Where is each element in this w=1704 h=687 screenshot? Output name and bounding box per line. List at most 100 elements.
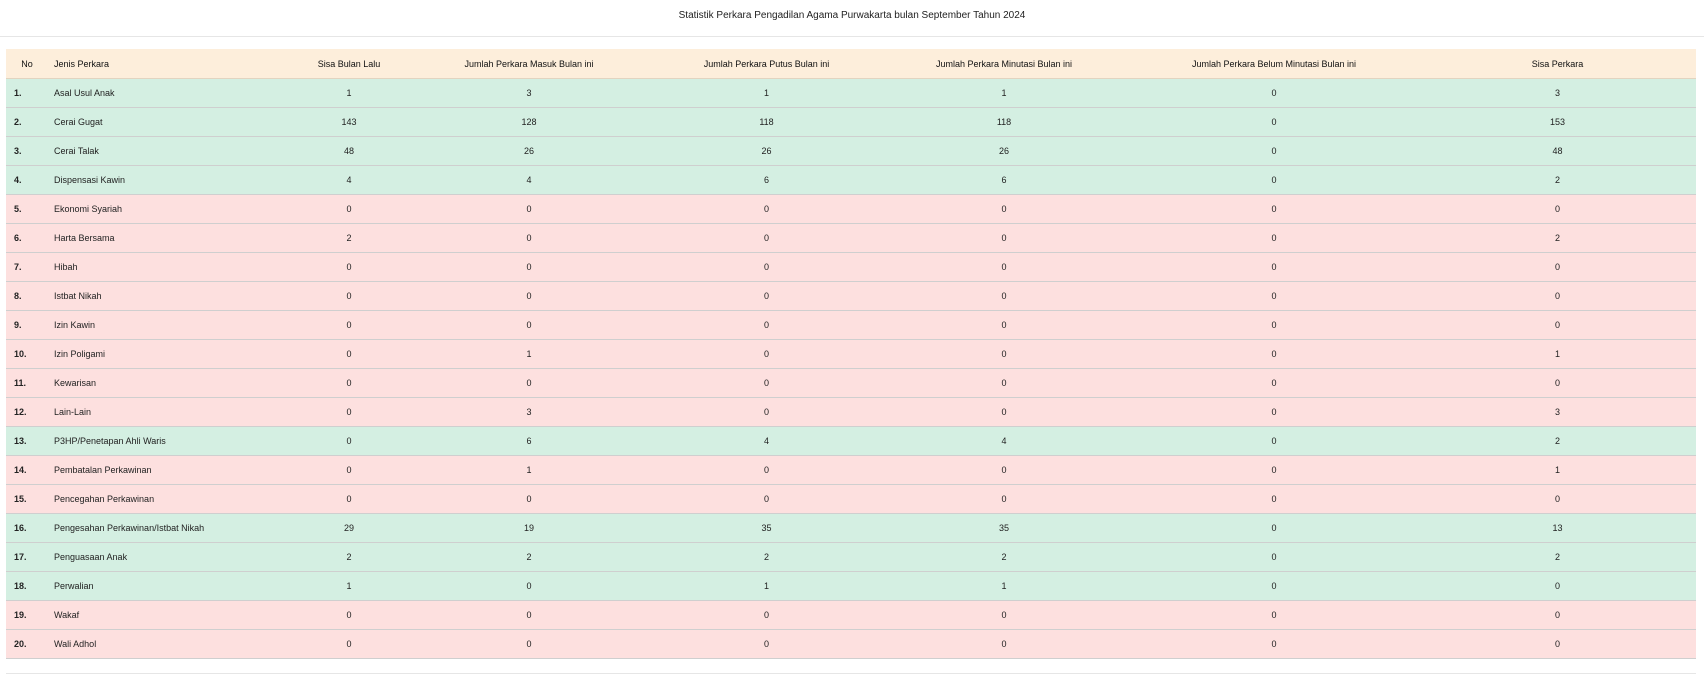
table-header: No Jenis Perkara Sisa Bulan Lalu Jumlah … bbox=[6, 49, 1696, 79]
cell-perkara-masuk: 19 bbox=[404, 513, 654, 543]
cell-sisa-bulan-lalu: 0 bbox=[294, 455, 404, 485]
cell-perkara-masuk: 1 bbox=[404, 339, 654, 369]
cell-perkara-minutasi: 0 bbox=[879, 194, 1129, 224]
cell-sisa-perkara: 0 bbox=[1419, 310, 1696, 340]
cell-perkara-belum-minutasi: 0 bbox=[1129, 426, 1419, 456]
cell-jenis-perkara: Pembatalan Perkawinan bbox=[48, 455, 294, 485]
cell-jenis-perkara: Wali Adhol bbox=[48, 629, 294, 659]
cell-sisa-bulan-lalu: 1 bbox=[294, 571, 404, 601]
cell-perkara-masuk: 0 bbox=[404, 194, 654, 224]
table-row: 14. Pembatalan Perkawinan 0 1 0 0 0 1 bbox=[6, 455, 1696, 485]
cell-sisa-bulan-lalu: 2 bbox=[294, 542, 404, 572]
cell-perkara-putus: 0 bbox=[654, 339, 879, 369]
cell-no: 10. bbox=[6, 339, 48, 369]
cell-perkara-putus: 0 bbox=[654, 281, 879, 311]
cell-perkara-putus: 1 bbox=[654, 78, 879, 108]
table-row: 9. Izin Kawin 0 0 0 0 0 0 bbox=[6, 310, 1696, 340]
table-row: 3. Cerai Talak 48 26 26 26 0 48 bbox=[6, 136, 1696, 166]
cell-perkara-minutasi: 0 bbox=[879, 223, 1129, 253]
cell-perkara-minutasi: 0 bbox=[879, 600, 1129, 630]
cell-sisa-bulan-lalu: 0 bbox=[294, 339, 404, 369]
cell-perkara-putus: 6 bbox=[654, 165, 879, 195]
cell-perkara-minutasi: 118 bbox=[879, 107, 1129, 137]
cell-sisa-perkara: 153 bbox=[1419, 107, 1696, 137]
cell-perkara-masuk: 0 bbox=[404, 629, 654, 659]
cell-no: 4. bbox=[6, 165, 48, 195]
cell-perkara-putus: 0 bbox=[654, 455, 879, 485]
page-title: Statistik Perkara Pengadilan Agama Purwa… bbox=[678, 9, 1026, 21]
table-row: 17. Penguasaan Anak 2 2 2 2 0 2 bbox=[6, 542, 1696, 572]
cell-sisa-bulan-lalu: 0 bbox=[294, 252, 404, 282]
cell-no: 6. bbox=[6, 223, 48, 253]
cell-perkara-belum-minutasi: 0 bbox=[1129, 484, 1419, 514]
table-row: 15. Pencegahan Perkawinan 0 0 0 0 0 0 bbox=[6, 484, 1696, 514]
cell-perkara-putus: 0 bbox=[654, 600, 879, 630]
cell-no: 11. bbox=[6, 368, 48, 398]
cell-jenis-perkara: Lain-Lain bbox=[48, 397, 294, 427]
cell-perkara-putus: 0 bbox=[654, 484, 879, 514]
cell-sisa-perkara: 2 bbox=[1419, 426, 1696, 456]
cell-perkara-belum-minutasi: 0 bbox=[1129, 571, 1419, 601]
cell-jenis-perkara: Perwalian bbox=[48, 571, 294, 601]
table-body: 1. Asal Usul Anak 1 3 1 1 0 3 2. Cerai Gugat 143 12… bbox=[6, 78, 1696, 659]
cell-sisa-bulan-lalu: 4 bbox=[294, 165, 404, 195]
header-perkara-putus: Jumlah Perkara Putus Bulan ini bbox=[654, 49, 879, 79]
cell-no: 17. bbox=[6, 542, 48, 572]
cell-sisa-perkara: 48 bbox=[1419, 136, 1696, 166]
cell-no: 7. bbox=[6, 252, 48, 282]
table-header-row: No Jenis Perkara Sisa Bulan Lalu Jumlah … bbox=[6, 49, 1696, 79]
cell-perkara-belum-minutasi: 0 bbox=[1129, 281, 1419, 311]
cell-sisa-perkara: 1 bbox=[1419, 339, 1696, 369]
cell-sisa-bulan-lalu: 0 bbox=[294, 397, 404, 427]
cell-perkara-minutasi: 26 bbox=[879, 136, 1129, 166]
cell-sisa-perkara: 2 bbox=[1419, 165, 1696, 195]
cell-no: 5. bbox=[6, 194, 48, 224]
cell-perkara-minutasi: 0 bbox=[879, 310, 1129, 340]
cell-perkara-belum-minutasi: 0 bbox=[1129, 339, 1419, 369]
cell-sisa-bulan-lalu: 0 bbox=[294, 194, 404, 224]
cell-perkara-putus: 0 bbox=[654, 397, 879, 427]
cell-perkara-minutasi: 0 bbox=[879, 339, 1129, 369]
table-row: 20. Wali Adhol 0 0 0 0 0 0 bbox=[6, 629, 1696, 659]
cell-perkara-belum-minutasi: 0 bbox=[1129, 368, 1419, 398]
cell-perkara-belum-minutasi: 0 bbox=[1129, 165, 1419, 195]
cell-perkara-belum-minutasi: 0 bbox=[1129, 455, 1419, 485]
cell-sisa-perkara: 2 bbox=[1419, 223, 1696, 253]
cell-perkara-minutasi: 0 bbox=[879, 368, 1129, 398]
cell-perkara-putus: 0 bbox=[654, 252, 879, 282]
cell-sisa-bulan-lalu: 0 bbox=[294, 600, 404, 630]
cell-jenis-perkara: Pencegahan Perkawinan bbox=[48, 484, 294, 514]
cell-perkara-masuk: 0 bbox=[404, 484, 654, 514]
cell-sisa-perkara: 0 bbox=[1419, 368, 1696, 398]
cell-perkara-putus: 35 bbox=[654, 513, 879, 543]
cell-no: 13. bbox=[6, 426, 48, 456]
cell-perkara-masuk: 4 bbox=[404, 165, 654, 195]
cell-jenis-perkara: Izin Kawin bbox=[48, 310, 294, 340]
cell-sisa-perkara: 0 bbox=[1419, 571, 1696, 601]
cell-no: 14. bbox=[6, 455, 48, 485]
cell-perkara-belum-minutasi: 0 bbox=[1129, 78, 1419, 108]
cell-perkara-masuk: 0 bbox=[404, 571, 654, 601]
cell-perkara-masuk: 0 bbox=[404, 252, 654, 282]
cell-no: 19. bbox=[6, 600, 48, 630]
cell-perkara-putus: 4 bbox=[654, 426, 879, 456]
table-row: 13. P3HP/Penetapan Ahli Waris 0 6 4 4 0 2 bbox=[6, 426, 1696, 456]
table-row: 6. Harta Bersama 2 0 0 0 0 2 bbox=[6, 223, 1696, 253]
cell-perkara-masuk: 1 bbox=[404, 455, 654, 485]
cell-no: 18. bbox=[6, 571, 48, 601]
cell-sisa-perkara: 0 bbox=[1419, 629, 1696, 659]
cell-perkara-masuk: 128 bbox=[404, 107, 654, 137]
cell-perkara-putus: 0 bbox=[654, 194, 879, 224]
cell-perkara-minutasi: 6 bbox=[879, 165, 1129, 195]
footer-divider bbox=[6, 673, 1696, 674]
cell-perkara-minutasi: 4 bbox=[879, 426, 1129, 456]
cell-perkara-belum-minutasi: 0 bbox=[1129, 542, 1419, 572]
cell-sisa-perkara: 0 bbox=[1419, 484, 1696, 514]
statistics-table-container: No Jenis Perkara Sisa Bulan Lalu Jumlah … bbox=[6, 49, 1696, 659]
cell-perkara-minutasi: 1 bbox=[879, 571, 1129, 601]
cell-jenis-perkara: Cerai Gugat bbox=[48, 107, 294, 137]
cell-perkara-masuk: 0 bbox=[404, 368, 654, 398]
header-perkara-belum-minutasi: Jumlah Perkara Belum Minutasi Bulan ini bbox=[1129, 49, 1419, 79]
cell-sisa-bulan-lalu: 1 bbox=[294, 78, 404, 108]
cell-sisa-bulan-lalu: 0 bbox=[294, 629, 404, 659]
